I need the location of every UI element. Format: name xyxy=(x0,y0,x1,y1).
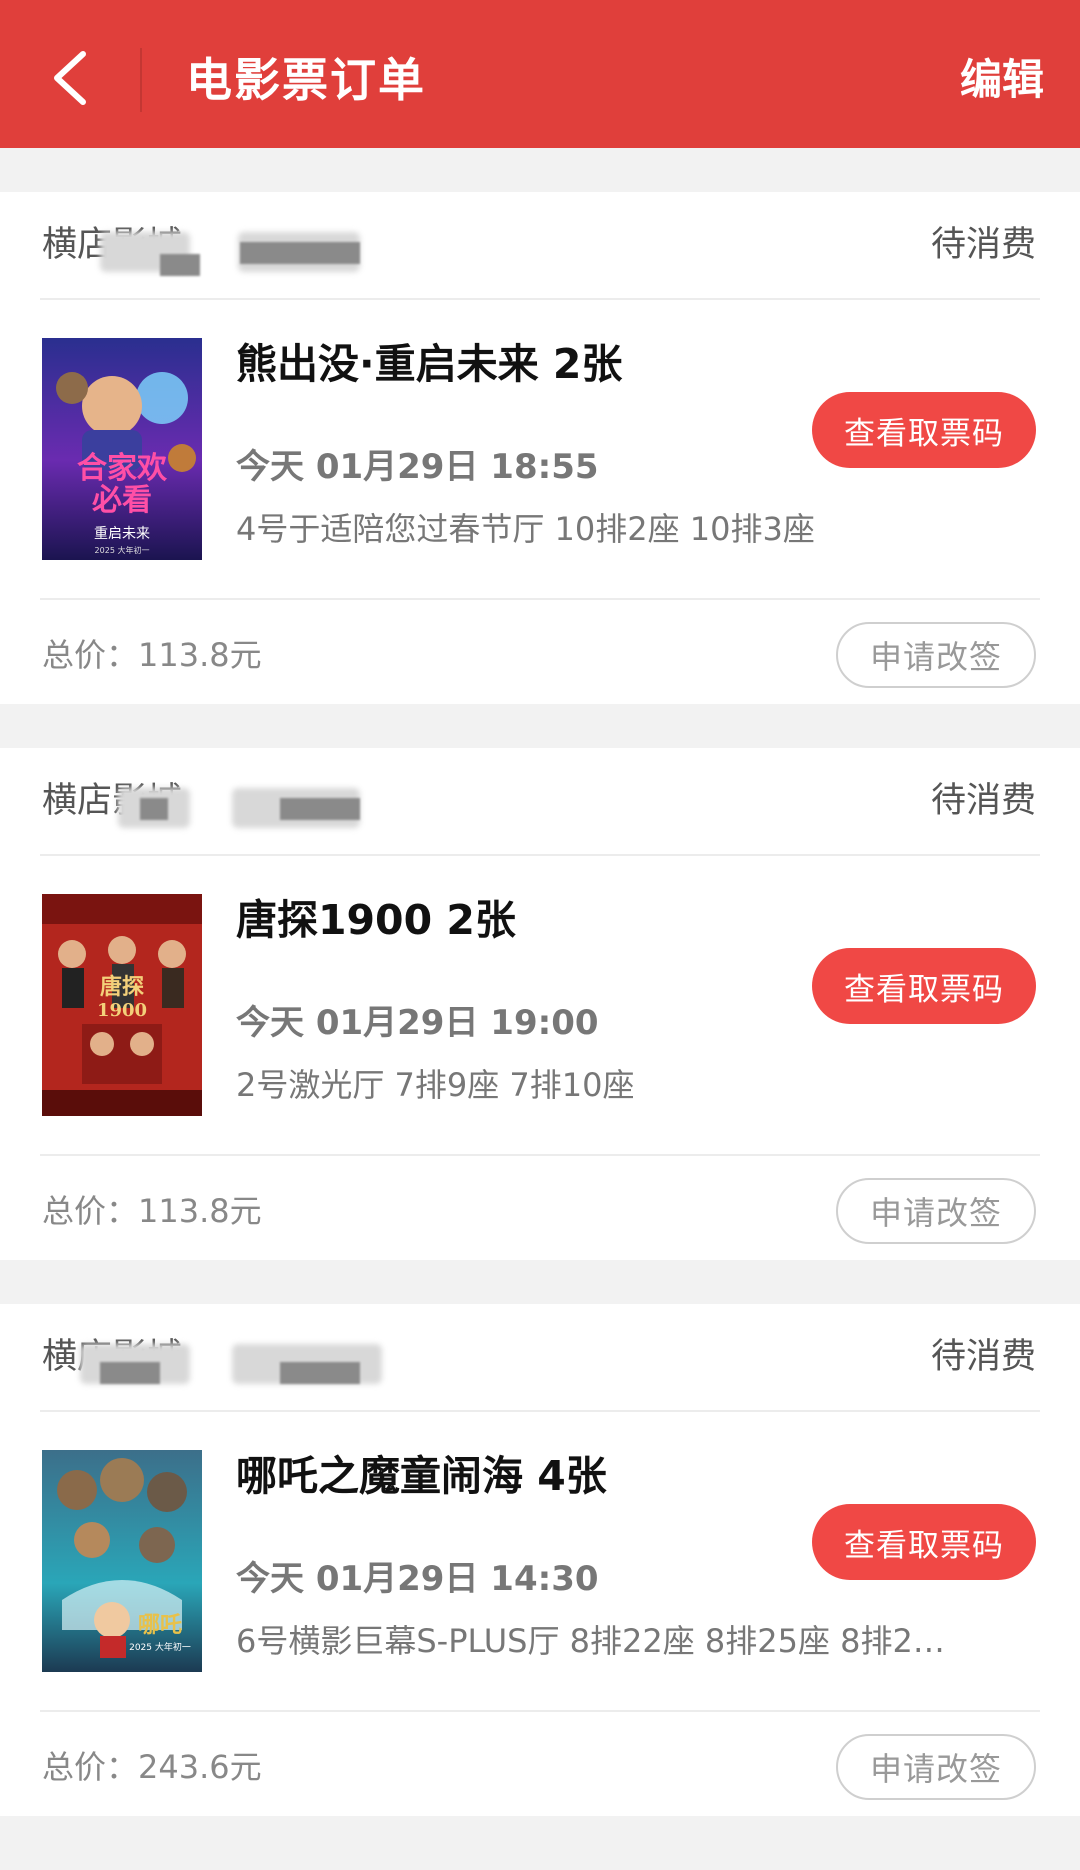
svg-text:2025 大年初一: 2025 大年初一 xyxy=(95,545,150,555)
redacted-block xyxy=(240,242,360,264)
header-divider xyxy=(140,48,142,112)
movie-poster[interactable]: 哪吒 2025 大年初一 xyxy=(42,1450,202,1672)
svg-text:1900: 1900 xyxy=(97,1000,147,1021)
redacted-block xyxy=(280,1362,360,1384)
poster-image: 哪吒 2025 大年初一 xyxy=(42,1450,202,1672)
hall-seats: 6号横影巨幕S-PLUS厅 8排22座 8排25座 8排2… xyxy=(236,1622,945,1660)
divider xyxy=(40,1154,1040,1156)
order-status: 待消费 xyxy=(930,781,1036,821)
card-header: 横店影城 待消费 xyxy=(0,192,1080,300)
total-price-value: 243.6元 xyxy=(138,1748,262,1786)
order-status: 待消费 xyxy=(930,1337,1036,1377)
showtime: 今天 01月29日 14:30 xyxy=(236,1559,599,1599)
order-card[interactable]: 横店影城 待消费 合家欢 必看 重启未来 2025 大年初一 xyxy=(0,192,1080,704)
svg-text:必看: 必看 xyxy=(92,483,152,518)
svg-text:2025 大年初一: 2025 大年初一 xyxy=(129,1641,191,1653)
divider xyxy=(40,1710,1040,1712)
total-price: 总价：243.6元 xyxy=(42,1742,262,1792)
divider xyxy=(40,1410,1040,1412)
edit-button[interactable]: 编辑 xyxy=(960,44,1044,116)
order-card[interactable]: 横店影城 待消费 唐探 1900 唐探1900 2张 今天 01月29日 19:… xyxy=(0,748,1080,1260)
reschedule-button[interactable]: 申请改签 xyxy=(836,1178,1036,1244)
total-price-label: 总价： xyxy=(42,636,139,674)
chevron-left-icon xyxy=(54,51,86,105)
view-ticket-code-button[interactable]: 查看取票码 xyxy=(812,392,1036,468)
total-price-value: 113.8元 xyxy=(138,1192,262,1230)
movie-poster[interactable]: 合家欢 必看 重启未来 2025 大年初一 xyxy=(42,338,202,560)
movie-title[interactable]: 哪吒之魔童闹海 4张 xyxy=(236,1446,607,1506)
reschedule-button[interactable]: 申请改签 xyxy=(836,622,1036,688)
divider xyxy=(40,598,1040,600)
total-price-label: 总价： xyxy=(42,1192,139,1230)
top-app-bar: 电影票订单 编辑 xyxy=(0,0,1080,148)
svg-text:合家欢: 合家欢 xyxy=(77,451,168,486)
redacted-block xyxy=(160,254,200,276)
poster-image: 合家欢 必看 重启未来 2025 大年初一 xyxy=(42,338,202,560)
page-title: 电影票订单 xyxy=(186,53,426,107)
svg-text:哪吒: 哪吒 xyxy=(138,1612,182,1638)
movie-title[interactable]: 熊出没·重启未来 2张 xyxy=(236,334,622,394)
view-ticket-code-button[interactable]: 查看取票码 xyxy=(812,948,1036,1024)
total-price: 总价：113.8元 xyxy=(42,1186,262,1236)
svg-text:重启未来: 重启未来 xyxy=(94,526,150,542)
poster-image: 唐探 1900 xyxy=(42,894,202,1116)
showtime: 今天 01月29日 19:00 xyxy=(236,1003,599,1043)
redacted-block xyxy=(100,1362,160,1384)
movie-poster[interactable]: 唐探 1900 xyxy=(42,894,202,1116)
hall-seats: 4号于适陪您过春节厅 10排2座 10排3座 xyxy=(236,510,815,548)
total-price: 总价：113.8元 xyxy=(42,630,262,680)
divider xyxy=(40,298,1040,300)
total-price-value: 113.8元 xyxy=(138,636,262,674)
movie-title[interactable]: 唐探1900 2张 xyxy=(236,890,516,950)
redacted-block xyxy=(140,798,168,820)
view-ticket-code-button[interactable]: 查看取票码 xyxy=(812,1504,1036,1580)
order-card[interactable]: 横店影城 待消费 哪吒 2025 大年初一 xyxy=(0,1304,1080,1816)
card-header: 横店影城 待消费 xyxy=(0,1304,1080,1412)
reschedule-button[interactable]: 申请改签 xyxy=(836,1734,1036,1800)
svg-text:唐探: 唐探 xyxy=(100,974,144,1000)
hall-seats: 2号激光厅 7排9座 7排10座 xyxy=(236,1066,635,1104)
showtime: 今天 01月29日 18:55 xyxy=(236,447,599,487)
total-price-label: 总价： xyxy=(42,1748,139,1786)
back-button[interactable] xyxy=(20,28,120,128)
card-header: 横店影城 待消费 xyxy=(0,748,1080,856)
divider xyxy=(40,854,1040,856)
order-status: 待消费 xyxy=(930,225,1036,265)
redacted-block xyxy=(280,798,360,820)
